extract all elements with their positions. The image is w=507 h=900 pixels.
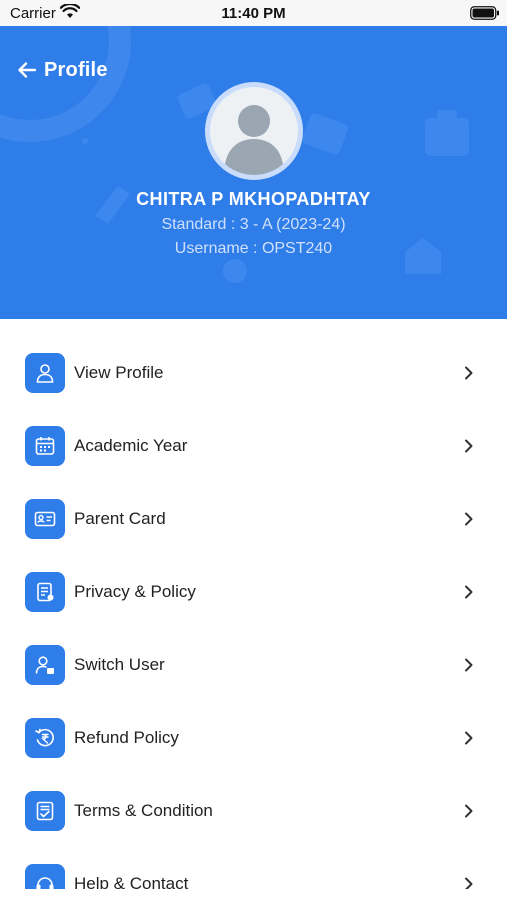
menu-item-parent-card[interactable]: Parent Card: [0, 482, 507, 555]
help-icon: [25, 863, 65, 889]
menu-label: Help & Contact: [74, 873, 189, 890]
menu-label: View Profile: [74, 362, 164, 382]
menu-item-academic-year[interactable]: Academic Year: [0, 409, 507, 482]
calendar-icon: [25, 425, 65, 466]
chevron-right-icon: [462, 439, 476, 453]
menu-label: Switch User: [74, 654, 165, 674]
student-username: Username : OPST240: [174, 240, 333, 257]
menu-label: Refund Policy: [74, 727, 179, 747]
battery-icon: [470, 6, 500, 25]
refund-icon: [25, 717, 65, 758]
menu-item-privacy-policy[interactable]: Privacy & Policy: [0, 555, 507, 628]
chevron-right-icon: [462, 585, 476, 599]
profile-header: Profile CHITRA P MKHOPADHTAY Standard : …: [0, 26, 507, 319]
status-bar: Carrier 11:40 PM: [0, 0, 507, 26]
terms-icon: [25, 790, 65, 831]
document-icon: [25, 571, 65, 612]
menu-item-view-profile[interactable]: View Profile: [0, 336, 507, 409]
menu-item-switch-user[interactable]: Switch User: [0, 628, 507, 701]
student-standard: Standard : 3 - A (2023-24): [161, 216, 346, 233]
chevron-right-icon: [462, 366, 476, 380]
chevron-right-icon: [462, 731, 476, 745]
page-title: Profile: [44, 58, 108, 81]
menu-item-terms-condition[interactable]: Terms & Condition: [0, 774, 507, 847]
status-time: 11:40 PM: [221, 5, 286, 22]
chevron-right-icon: [462, 804, 476, 818]
menu-item-refund-policy[interactable]: Refund Policy: [0, 701, 507, 774]
arrow-left-icon: [16, 59, 38, 81]
menu-label: Parent Card: [74, 508, 166, 528]
menu-item-help-contact[interactable]: Help & Contact: [0, 847, 507, 889]
menu-label: Academic Year: [74, 435, 188, 455]
chevron-right-icon: [462, 877, 476, 889]
student-name: CHITRA P MKHOPADHTAY: [136, 189, 371, 209]
id-card-icon: [25, 498, 65, 539]
avatar[interactable]: [205, 82, 303, 180]
user-placeholder-icon: [210, 87, 298, 175]
menu-label: Terms & Condition: [74, 800, 213, 820]
back-button[interactable]: Profile: [16, 56, 108, 84]
switch-user-icon: [25, 644, 65, 685]
menu-list: View Profile Academic Year Parent Card P…: [0, 319, 507, 889]
chevron-right-icon: [462, 658, 476, 672]
user-icon: [25, 352, 65, 393]
menu-label: Privacy & Policy: [74, 581, 196, 601]
chevron-right-icon: [462, 512, 476, 526]
